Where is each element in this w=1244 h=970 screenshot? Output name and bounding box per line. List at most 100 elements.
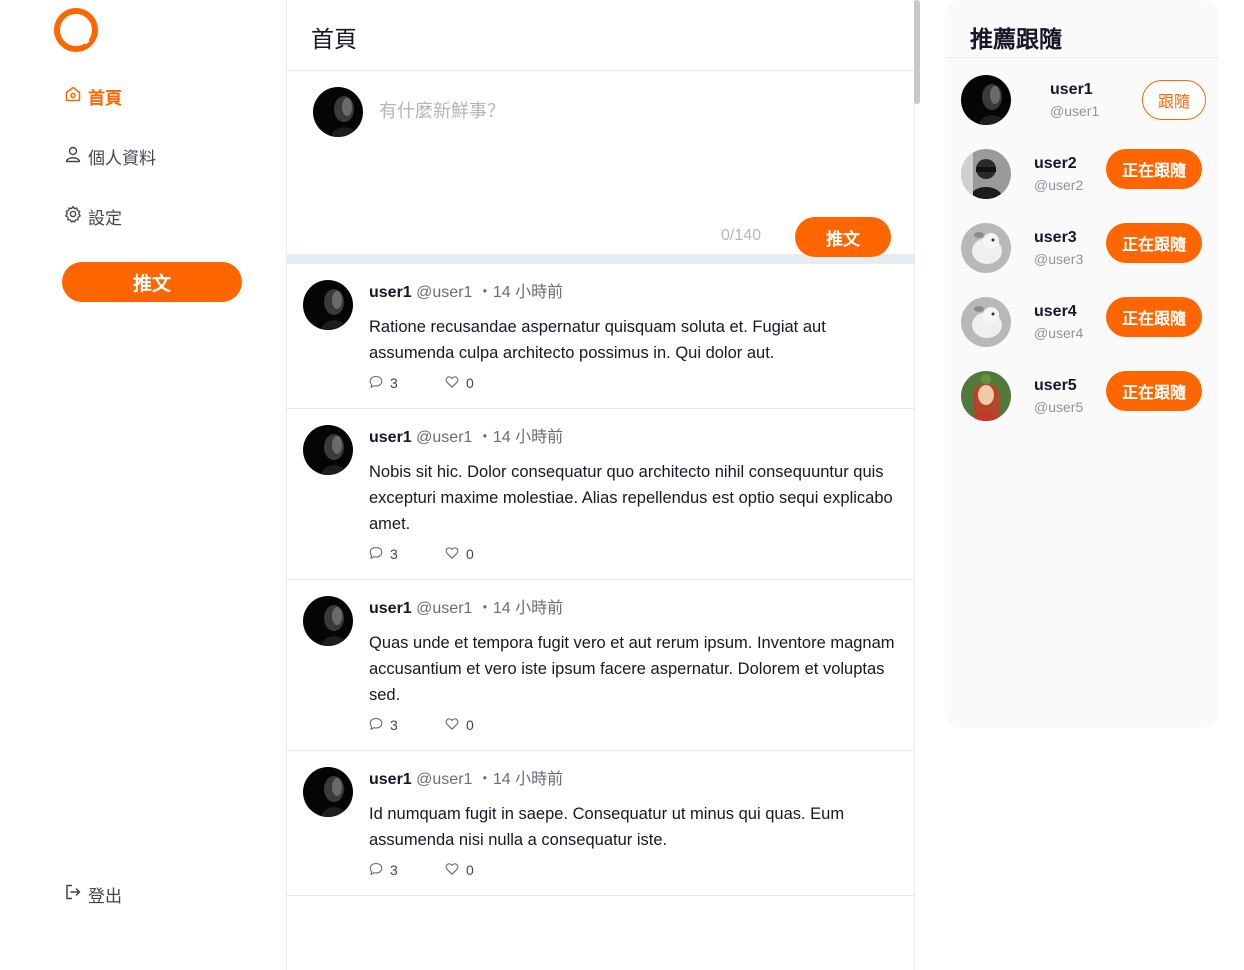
gear-icon xyxy=(64,205,82,228)
recommend-user-name[interactable]: user1 xyxy=(1050,81,1093,99)
recommend-user-handle: @user4 xyxy=(1034,325,1084,341)
sidebar-item-label: 首頁 xyxy=(88,88,122,108)
scrollbar[interactable] xyxy=(914,0,920,104)
recommend-user-handle: @user5 xyxy=(1034,399,1084,415)
tweet-list: user1 @user1 ・14 小時前 Ratione recusandae a… xyxy=(287,264,914,896)
comment-icon xyxy=(369,862,383,879)
avatar[interactable] xyxy=(313,87,363,137)
reply-count: 3 xyxy=(390,862,398,878)
recommend-user-row: user1 @user1 跟隨 xyxy=(961,75,1206,125)
reply-button[interactable]: 3 xyxy=(369,862,445,879)
recommend-user-name[interactable]: user4 xyxy=(1034,303,1077,321)
tweet-text: Nobis sit hic. Dolor consequatur quo arc… xyxy=(369,463,893,533)
character-counter: 0/140 xyxy=(721,227,762,244)
tweet-actions: 30 xyxy=(369,716,904,734)
recommend-user-row: user2 @user2 正在跟隨 xyxy=(961,149,1206,199)
tweet-time: ・14 小時前 xyxy=(476,429,564,446)
avatar[interactable] xyxy=(961,223,1011,273)
reply-button[interactable]: 3 xyxy=(369,546,445,563)
following-button[interactable]: 正在跟隨 xyxy=(1106,371,1202,411)
tweet-card[interactable]: user1 @user1 ・14 小時前 Nobis sit hic. Dolor… xyxy=(287,409,914,580)
sidebar-item-label: 個人資料 xyxy=(88,148,156,168)
user-icon xyxy=(64,145,82,168)
reply-button[interactable]: 3 xyxy=(369,375,445,392)
alpha-logo-icon[interactable] xyxy=(54,8,98,52)
main-feed: 首頁 0/140 推文 user1 @user1 ・14 小時前 Ratione … xyxy=(286,0,915,970)
follow-button[interactable]: 跟隨 xyxy=(1142,80,1206,120)
tweet-author-name[interactable]: user1 xyxy=(369,600,412,617)
recommend-user-name[interactable]: user2 xyxy=(1034,155,1077,173)
sidebar-item-profile[interactable]: 個人資料 xyxy=(64,144,156,168)
avatar[interactable] xyxy=(303,425,353,475)
tweet-time: ・14 小時前 xyxy=(476,771,564,788)
recommend-user-handle: @user2 xyxy=(1034,177,1084,193)
tweet-author-name[interactable]: user1 xyxy=(369,771,412,788)
home-icon xyxy=(64,85,82,108)
left-sidebar: 首頁 個人資料 設定 推文 登出 xyxy=(0,0,286,970)
avatar[interactable] xyxy=(961,297,1011,347)
tweet-composer: 0/140 推文 xyxy=(287,71,914,264)
recommend-user-row: user4 @user4 正在跟隨 xyxy=(961,297,1206,347)
tweet-card[interactable]: user1 @user1 ・14 小時前 Ratione recusandae a… xyxy=(287,264,914,409)
heart-icon xyxy=(445,375,459,392)
comment-icon xyxy=(369,546,383,563)
comment-icon xyxy=(369,375,383,392)
like-button[interactable]: 0 xyxy=(445,546,474,563)
tweet-author-handle: @user1 xyxy=(416,600,473,617)
avatar[interactable] xyxy=(961,371,1011,421)
tweet-text: Quas unde et tempora fugit vero et aut r… xyxy=(369,634,895,704)
recommend-title: 推薦跟隨 xyxy=(945,0,1218,58)
following-button[interactable]: 正在跟隨 xyxy=(1106,149,1202,189)
tweet-time: ・14 小時前 xyxy=(476,600,564,617)
tweet-author-handle: @user1 xyxy=(416,429,473,446)
tweet-actions: 30 xyxy=(369,861,904,879)
tweet-actions: 30 xyxy=(369,374,904,392)
tweet-author-name[interactable]: user1 xyxy=(369,284,412,301)
logout-label: 登出 xyxy=(88,886,122,906)
sidebar-item-home[interactable]: 首頁 xyxy=(64,84,122,108)
post-tweet-button[interactable]: 推文 xyxy=(795,217,891,257)
logout-button[interactable]: 登出 xyxy=(64,882,122,906)
avatar[interactable] xyxy=(303,767,353,817)
recommend-user-handle: @user3 xyxy=(1034,251,1084,267)
tweet-text: Ratione recusandae aspernatur quisquam s… xyxy=(369,318,826,362)
recommend-user-name[interactable]: user5 xyxy=(1034,377,1077,395)
tweet-actions: 30 xyxy=(369,545,904,563)
recommend-user-name[interactable]: user3 xyxy=(1034,229,1077,247)
avatar[interactable] xyxy=(961,149,1011,199)
like-count: 0 xyxy=(466,717,474,733)
recommend-user-handle: @user1 xyxy=(1050,103,1100,119)
tweet-header: user1 @user1 ・14 小時前 xyxy=(369,427,904,449)
heart-icon xyxy=(445,862,459,879)
like-button[interactable]: 0 xyxy=(445,375,474,392)
reply-count: 3 xyxy=(390,375,398,391)
comment-icon xyxy=(369,717,383,734)
logout-icon xyxy=(64,883,82,906)
reply-count: 3 xyxy=(390,546,398,562)
tweet-header: user1 @user1 ・14 小時前 xyxy=(369,598,904,620)
recommend-panel: 推薦跟隨 user1 @user1 跟隨 user2 @user2 正在跟隨 user3 @u… xyxy=(945,0,1218,728)
sidebar-item-settings[interactable]: 設定 xyxy=(64,204,122,228)
following-button[interactable]: 正在跟隨 xyxy=(1106,297,1202,337)
avatar[interactable] xyxy=(303,596,353,646)
like-count: 0 xyxy=(466,546,474,562)
sidebar-tweet-button[interactable]: 推文 xyxy=(62,262,242,302)
avatar[interactable] xyxy=(303,280,353,330)
tweet-input[interactable] xyxy=(379,101,879,122)
like-count: 0 xyxy=(466,862,474,878)
tweet-author-handle: @user1 xyxy=(416,771,473,788)
reply-button[interactable]: 3 xyxy=(369,717,445,734)
like-button[interactable]: 0 xyxy=(445,717,474,734)
tweet-time: ・14 小時前 xyxy=(476,284,564,301)
recommend-user-row: user5 @user5 正在跟隨 xyxy=(961,371,1206,421)
tweet-card[interactable]: user1 @user1 ・14 小時前 Id numquam fugit in … xyxy=(287,751,914,896)
following-button[interactable]: 正在跟隨 xyxy=(1106,223,1202,263)
tweet-author-name[interactable]: user1 xyxy=(369,429,412,446)
like-button[interactable]: 0 xyxy=(445,862,474,879)
tweet-header: user1 @user1 ・14 小時前 xyxy=(369,769,904,791)
tweet-card[interactable]: user1 @user1 ・14 小時前 Quas unde et tempora… xyxy=(287,580,914,751)
reply-count: 3 xyxy=(390,717,398,733)
like-count: 0 xyxy=(466,375,474,391)
page-title: 首頁 xyxy=(287,0,914,71)
avatar[interactable] xyxy=(961,75,1011,125)
